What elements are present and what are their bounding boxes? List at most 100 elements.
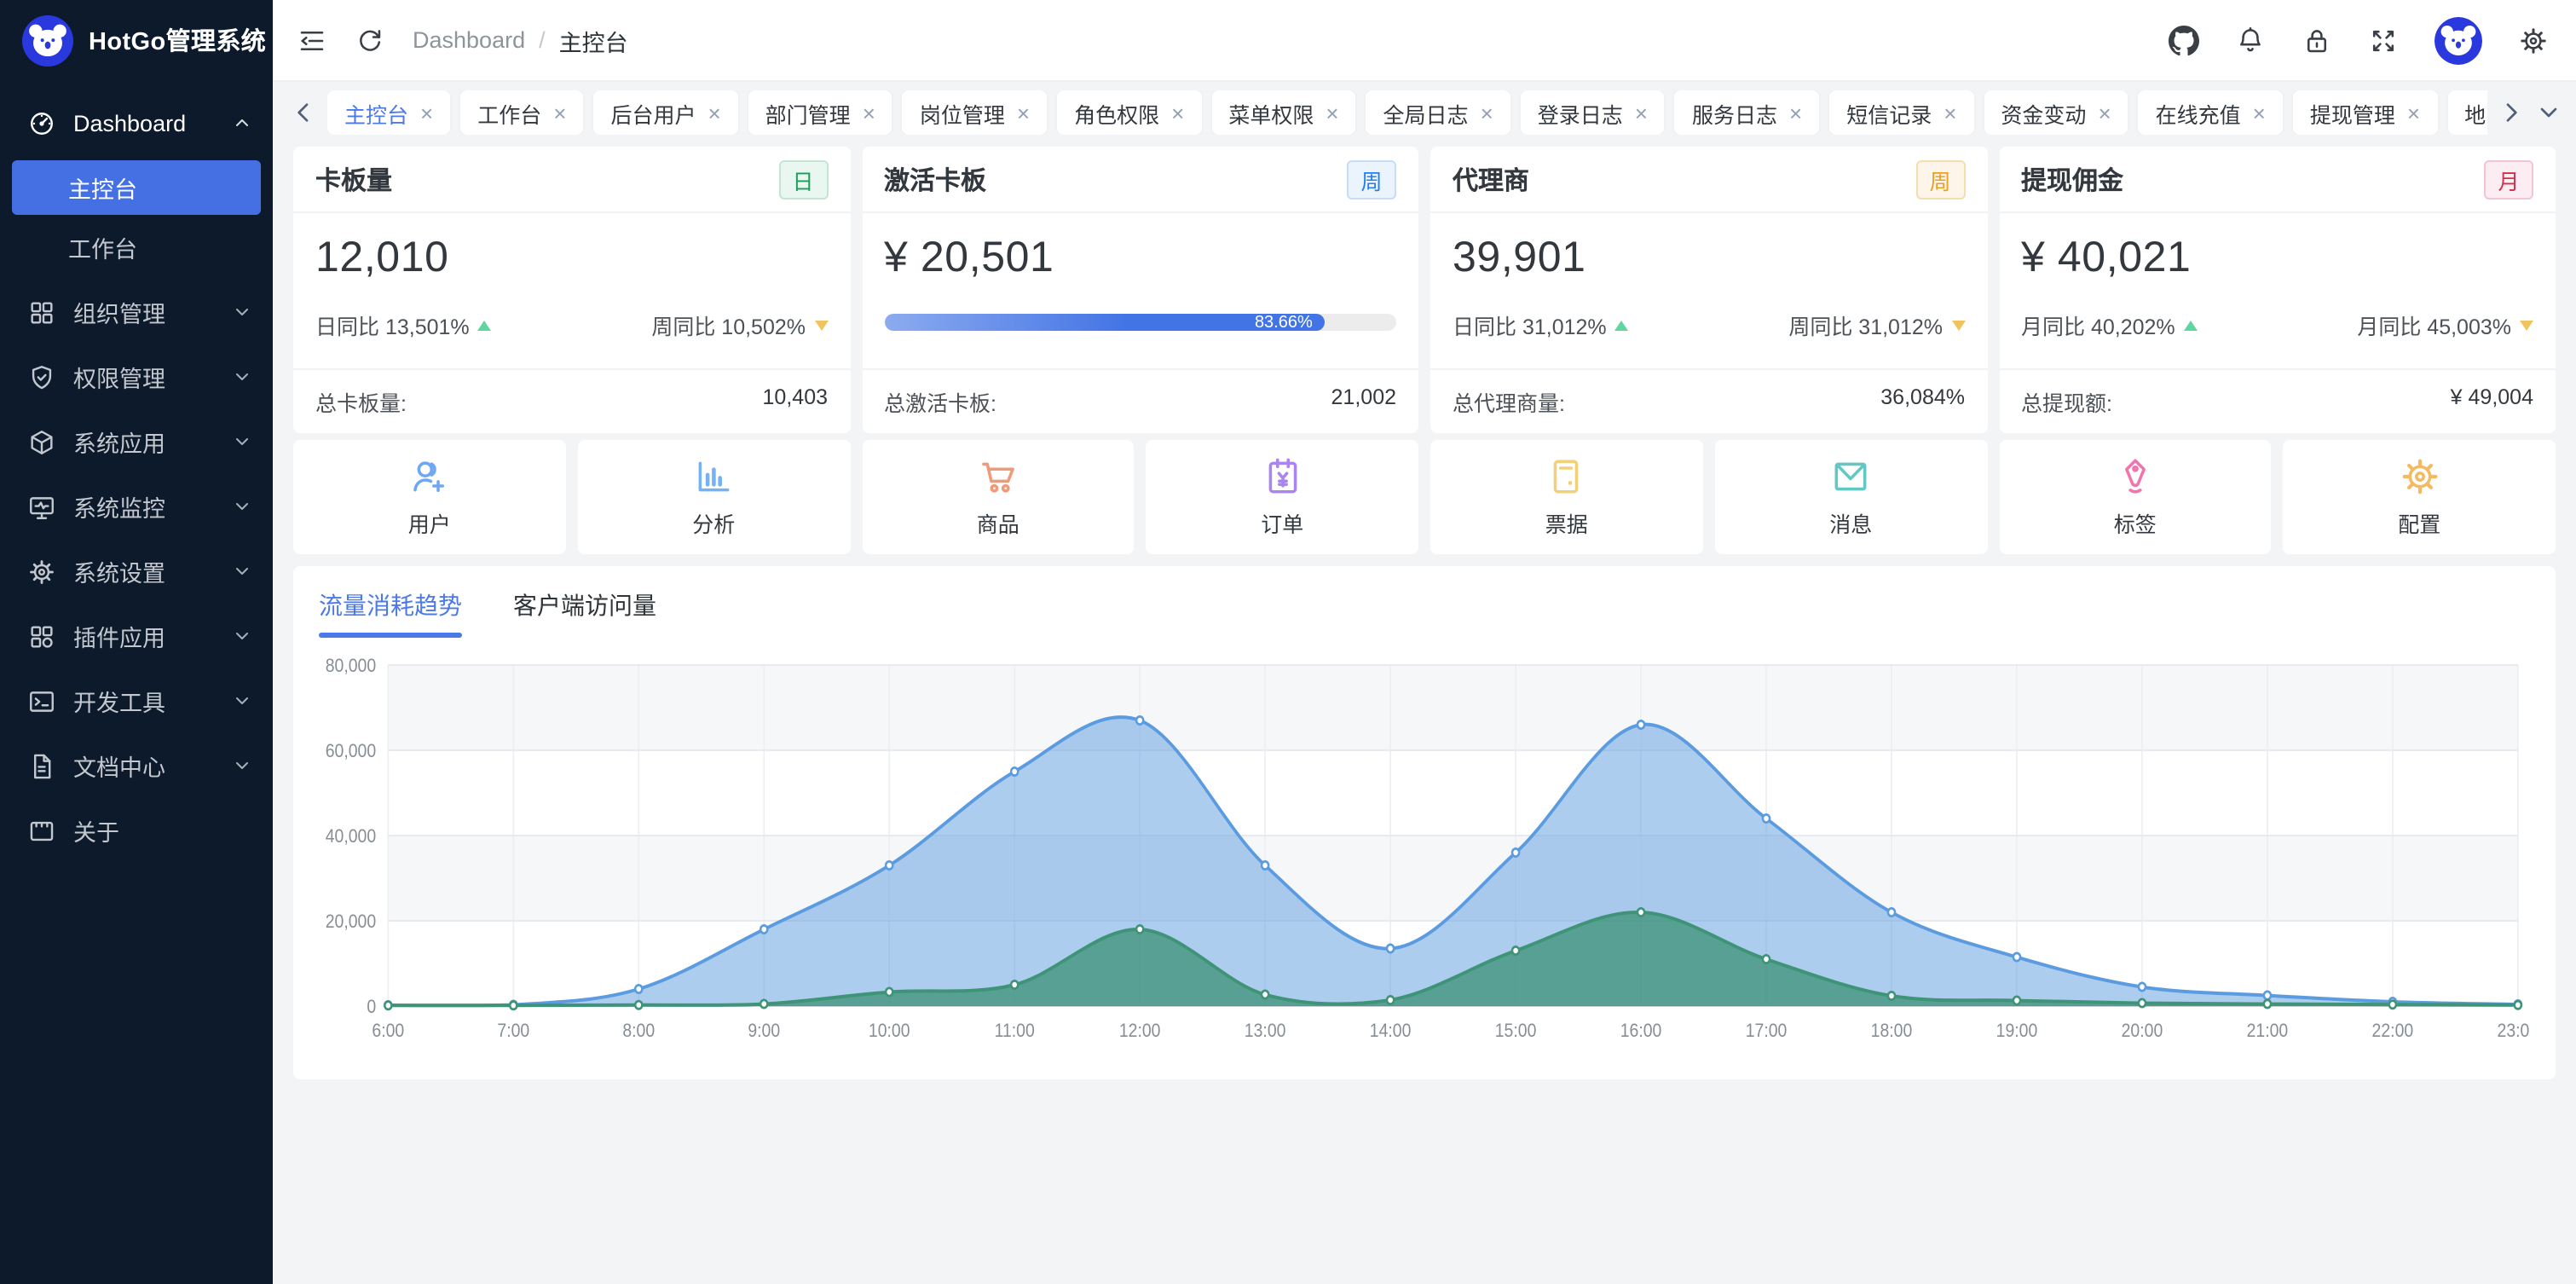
period-badge[interactable]: 月 bbox=[2484, 159, 2533, 199]
chart-tab-客户端访问量[interactable]: 客户端访问量 bbox=[513, 588, 656, 638]
tab-close-icon[interactable]: × bbox=[2253, 101, 2266, 124]
shortcut-用户[interactable]: 用户 bbox=[293, 440, 566, 554]
github-icon[interactable] bbox=[2169, 25, 2199, 55]
tabs-scroll-left-icon[interactable] bbox=[290, 99, 317, 126]
shortcut-订单[interactable]: 订单 bbox=[1146, 440, 1419, 554]
sidebar-subitem-工作台[interactable]: 工作台 bbox=[12, 220, 261, 275]
shortcut-label: 商品 bbox=[977, 506, 1019, 539]
fullscreen-icon[interactable] bbox=[2368, 25, 2399, 55]
tab-短信记录[interactable]: 短信记录 × bbox=[1829, 90, 1973, 135]
stat-compare-item: 日同比 13,501% bbox=[315, 309, 492, 341]
sidebar-item-系统应用[interactable]: 系统应用 bbox=[0, 409, 273, 474]
tab-close-icon[interactable]: × bbox=[420, 101, 433, 124]
gear-icon bbox=[27, 557, 56, 586]
shortcut-票据[interactable]: 票据 bbox=[1430, 440, 1703, 554]
breadcrumb-item-dashboard[interactable]: Dashboard bbox=[413, 27, 525, 53]
tab-资金变动[interactable]: 资金变动 × bbox=[1984, 90, 2128, 135]
tab-在线充值[interactable]: 在线充值× bbox=[2139, 90, 2283, 135]
tab-登录日志[interactable]: 登录日志× bbox=[1521, 90, 1665, 135]
bar-chart-icon bbox=[692, 455, 735, 498]
tab-close-icon[interactable]: × bbox=[1326, 101, 1338, 124]
tab-close-icon[interactable]: × bbox=[1944, 101, 1956, 124]
sidebar-item-开发工具[interactable]: 开发工具 bbox=[0, 668, 273, 733]
sidebar-item-系统监控[interactable]: 系统监控 bbox=[0, 474, 273, 539]
period-badge[interactable]: 周 bbox=[1915, 159, 1965, 199]
period-badge[interactable]: 日 bbox=[778, 159, 828, 199]
sidebar-item-组织管理[interactable]: 组织管理 bbox=[0, 280, 273, 344]
tab-菜单权限[interactable]: 菜单权限× bbox=[1211, 90, 1355, 135]
sidebar-item-label: 插件应用 bbox=[73, 619, 215, 653]
chart-tabs: 流量消耗趋势 客户端访问量 bbox=[319, 587, 2530, 638]
tab-label: 部门管理 bbox=[765, 96, 851, 129]
tab-label: 工作台 bbox=[477, 96, 541, 129]
settings-icon[interactable] bbox=[2518, 25, 2549, 55]
mail-icon bbox=[1829, 455, 1872, 498]
tab-服务日志[interactable]: 服务日志× bbox=[1675, 90, 1819, 135]
tab-close-icon[interactable]: × bbox=[708, 101, 720, 124]
avatar[interactable] bbox=[2434, 16, 2482, 64]
menu-fold-icon[interactable] bbox=[297, 25, 327, 55]
tab-close-icon[interactable]: × bbox=[1635, 101, 1648, 124]
sidebar-item-系统设置[interactable]: 系统设置 bbox=[0, 539, 273, 604]
sidebar-item-label: 系统设置 bbox=[73, 554, 215, 588]
tab-全局日志[interactable]: 全局日志× bbox=[1366, 90, 1510, 135]
chart-tab-流量消耗趋势[interactable]: 流量消耗趋势 bbox=[319, 588, 462, 638]
svg-text:0: 0 bbox=[367, 997, 376, 1017]
tab-岗位管理[interactable]: 岗位管理× bbox=[903, 90, 1047, 135]
tabs-dropdown-icon[interactable] bbox=[2535, 99, 2562, 126]
bell-icon[interactable] bbox=[2235, 25, 2266, 55]
shortcut-标签[interactable]: 标签 bbox=[1999, 440, 2272, 554]
tabs-scroll-right-icon[interactable] bbox=[2498, 99, 2525, 126]
tab-主控台[interactable]: 主控台 × bbox=[327, 90, 450, 135]
trend-up-icon bbox=[2184, 320, 2198, 330]
stat-compare-row: 日同比 31,012%周同比 31,012% bbox=[1453, 309, 1965, 341]
sidebar-item-文档中心[interactable]: 文档中心 bbox=[0, 733, 273, 798]
tab-后台用户[interactable]: 后台用户× bbox=[593, 90, 737, 135]
sidebar-subitem-主控台[interactable]: 主控台 bbox=[12, 160, 261, 215]
tab-部门管理[interactable]: 部门管理 × bbox=[748, 90, 892, 135]
sidebar-item-label: 文档中心 bbox=[73, 749, 215, 783]
refresh-icon[interactable] bbox=[355, 25, 385, 55]
shortcut-商品[interactable]: 商品 bbox=[862, 440, 1135, 554]
shortcut-分析[interactable]: 分析 bbox=[578, 440, 851, 554]
tab-close-icon[interactable]: × bbox=[863, 101, 875, 124]
stat-value: 12,010 bbox=[315, 234, 828, 283]
tab-close-icon[interactable]: × bbox=[1171, 101, 1184, 124]
tab-工作台[interactable]: 工作台 × bbox=[460, 90, 583, 135]
tab-close-icon[interactable]: × bbox=[1789, 101, 1802, 124]
dashboard-content: 卡板量日12,010日同比 13,501%周同比 10,502%总卡板量:10,… bbox=[273, 143, 2576, 1284]
sidebar-item-关于[interactable]: 关于 bbox=[0, 798, 273, 863]
tab-label: 短信记录 bbox=[1846, 96, 1932, 129]
stat-compare-row: 日同比 13,501%周同比 10,502% bbox=[315, 309, 828, 341]
shortcut-label: 分析 bbox=[692, 506, 735, 539]
period-badge[interactable]: 周 bbox=[1347, 159, 1396, 199]
lock-icon[interactable] bbox=[2302, 25, 2332, 55]
stat-card-提现佣金: 提现佣金月¥ 40,021月同比 40,202%月同比 45,003%总提现额:… bbox=[1999, 147, 2556, 433]
svg-text:18:00: 18:00 bbox=[1871, 1021, 1913, 1041]
tab-close-icon[interactable]: × bbox=[1017, 101, 1030, 124]
svg-text:14:00: 14:00 bbox=[1370, 1021, 1412, 1041]
tab-close-icon[interactable]: × bbox=[1481, 101, 1493, 124]
footer-label: 总激活卡板: bbox=[884, 385, 996, 418]
sidebar-item-Dashboard[interactable]: Dashboard bbox=[0, 90, 273, 155]
traffic-area-chart: 020,00040,00060,00080,0006:007:008:009:0… bbox=[319, 651, 2530, 1064]
tab-角色权限[interactable]: 角色权限× bbox=[1057, 90, 1201, 135]
progress-bar: 83.66% bbox=[884, 314, 1396, 331]
sidebar-item-权限管理[interactable]: 权限管理 bbox=[0, 344, 273, 409]
svg-text:80,000: 80,000 bbox=[326, 656, 376, 676]
sidebar-subitem-label: 工作台 bbox=[68, 230, 137, 264]
tab-close-icon[interactable]: × bbox=[2407, 101, 2420, 124]
chevron-down-icon bbox=[232, 561, 252, 581]
tab-提现管理[interactable]: 提现管理× bbox=[2293, 90, 2437, 135]
shortcut-消息[interactable]: 消息 bbox=[1715, 440, 1988, 554]
tab-label: 主控台 bbox=[344, 96, 408, 129]
tab-地区编码[interactable]: 地区编码 bbox=[2447, 90, 2487, 135]
tab-label: 资金变动 bbox=[2001, 96, 2086, 129]
shortcut-配置[interactable]: 配置 bbox=[2284, 440, 2556, 554]
sidebar-item-插件应用[interactable]: 插件应用 bbox=[0, 604, 273, 668]
app-title: HotGo管理系统 bbox=[89, 22, 266, 58]
tab-close-icon[interactable]: × bbox=[2098, 101, 2111, 124]
tab-close-icon[interactable]: × bbox=[553, 101, 566, 124]
chevron-down-icon bbox=[232, 496, 252, 517]
logo[interactable]: HotGo管理系统 bbox=[0, 0, 273, 80]
